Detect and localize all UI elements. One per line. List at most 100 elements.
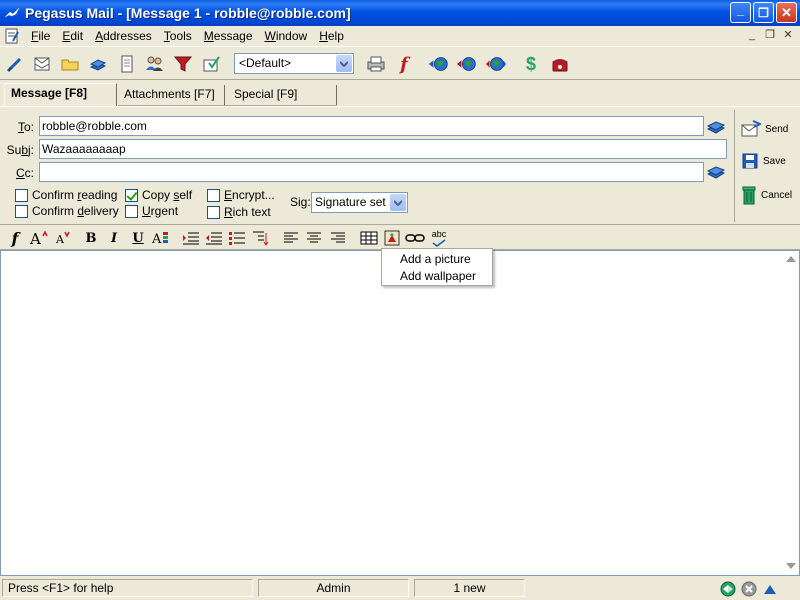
menu-help[interactable]: Help xyxy=(313,29,350,43)
send-icon xyxy=(741,120,761,137)
users-icon[interactable] xyxy=(143,53,165,75)
cancel-button[interactable]: Cancel xyxy=(741,185,792,205)
status-bar: Press <F1> for help Admin 1 new xyxy=(0,578,800,600)
window-title: Pegasus Mail - [Message 1 - robble@robbl… xyxy=(25,5,351,21)
menu-tools[interactable]: Tools xyxy=(158,29,198,43)
text-color-icon[interactable]: A xyxy=(151,229,171,247)
menu-edit[interactable]: Edit xyxy=(56,29,89,43)
close-button[interactable]: ✕ xyxy=(776,2,797,23)
align-right-icon[interactable] xyxy=(330,229,346,247)
signature-label: Sig: xyxy=(290,195,311,209)
link-icon[interactable] xyxy=(405,229,425,247)
child-minimize-button[interactable]: _ xyxy=(744,28,760,42)
globe-prev-icon[interactable] xyxy=(428,53,450,75)
align-center-icon[interactable] xyxy=(306,229,322,247)
indent-icon[interactable] xyxy=(182,229,200,247)
globe-next-icon[interactable] xyxy=(456,53,478,75)
new-message-icon[interactable] xyxy=(4,53,26,75)
confirm-reading-checkbox[interactable]: Confirm reading xyxy=(15,188,117,202)
checklist-icon[interactable] xyxy=(200,53,222,75)
tab-special[interactable]: Special [F9] xyxy=(228,85,337,105)
phone-icon[interactable] xyxy=(549,53,571,75)
print-icon[interactable] xyxy=(365,53,387,75)
line-spacing-icon[interactable] xyxy=(252,229,270,247)
trash-icon xyxy=(742,186,756,205)
encrypt-checkbox[interactable]: Encrypt... xyxy=(207,188,275,202)
triangle-up-icon[interactable] xyxy=(762,581,778,597)
tab-message[interactable]: Message [F8] xyxy=(4,83,117,106)
checkbox-box[interactable] xyxy=(125,188,138,202)
title-bar[interactable]: Pegasus Mail - [Message 1 - robble@robbl… xyxy=(0,0,800,26)
menu-window[interactable]: Window xyxy=(259,29,314,43)
copy-self-checkbox[interactable]: Copy self xyxy=(125,188,192,202)
font-icon[interactable]: f xyxy=(8,229,22,248)
restore-button[interactable]: ❐ xyxy=(753,2,774,23)
chevron-down-icon[interactable] xyxy=(390,194,406,211)
bold-button[interactable]: B xyxy=(84,229,98,247)
svg-text:A: A xyxy=(152,232,162,246)
folder-icon[interactable] xyxy=(59,53,81,75)
minimize-button[interactable]: _ xyxy=(730,2,751,23)
send-button[interactable]: Send xyxy=(741,120,788,138)
vertical-scrollbar[interactable] xyxy=(782,251,799,575)
address-book-icon[interactable] xyxy=(707,164,725,180)
table-icon[interactable] xyxy=(360,229,378,247)
identity-select[interactable]: <Default> xyxy=(234,53,354,74)
menu-item-add-wallpaper[interactable]: Add wallpaper xyxy=(382,268,492,285)
insert-picture-icon[interactable] xyxy=(383,229,401,247)
font-larger-icon[interactable]: A xyxy=(28,229,50,247)
cc-field[interactable] xyxy=(39,162,704,182)
checkbox-box[interactable] xyxy=(15,188,28,202)
scroll-down-arrow-icon[interactable] xyxy=(786,563,796,569)
read-mail-icon[interactable] xyxy=(31,53,53,75)
signature-select-value: Signature set 1 xyxy=(315,195,396,209)
cc-label: Cc: xyxy=(15,166,34,180)
tab-attachments[interactable]: Attachments [F7] xyxy=(118,85,225,105)
chevron-down-icon[interactable] xyxy=(336,55,352,72)
menu-message[interactable]: Message xyxy=(198,29,259,43)
outdent-icon[interactable] xyxy=(205,229,223,247)
confirm-delivery-checkbox[interactable]: Confirm delivery xyxy=(15,204,119,218)
font-smaller-icon[interactable]: A xyxy=(54,229,74,247)
network-status-icon[interactable] xyxy=(720,581,736,597)
identity-select-value: <Default> xyxy=(239,56,292,70)
status-new-count: 1 new xyxy=(414,579,525,597)
address-book-icon[interactable] xyxy=(707,119,725,135)
svg-text:A: A xyxy=(55,233,65,246)
subject-label: Subj: xyxy=(6,143,34,157)
child-restore-button[interactable]: ❐ xyxy=(762,28,778,42)
to-label: To: xyxy=(17,120,34,134)
child-close-button[interactable]: ✕ xyxy=(780,28,796,42)
disconnect-icon[interactable] xyxy=(741,581,757,597)
underline-button[interactable]: U xyxy=(131,229,145,247)
bullet-list-icon[interactable] xyxy=(228,229,246,247)
dollar-icon[interactable]: $ xyxy=(520,53,542,75)
restore-icon: ❐ xyxy=(758,5,769,20)
globe-sync-icon[interactable] xyxy=(485,53,507,75)
font-icon[interactable]: f xyxy=(393,53,415,75)
address-book-icon[interactable] xyxy=(87,53,109,75)
italic-button[interactable]: I xyxy=(107,229,121,247)
checkbox-box[interactable] xyxy=(207,188,220,202)
save-button[interactable]: Save xyxy=(741,152,786,170)
menu-addresses[interactable]: Addresses xyxy=(89,29,158,43)
status-help-text: Press <F1> for help xyxy=(2,579,253,597)
signature-select[interactable]: Signature set 1 xyxy=(311,192,408,213)
urgent-checkbox[interactable]: Urgent xyxy=(125,204,178,218)
main-toolbar: <Default> f $ xyxy=(0,46,800,80)
menu-file[interactable]: File xyxy=(25,29,56,43)
filter-icon[interactable] xyxy=(172,53,194,75)
checkbox-box[interactable] xyxy=(207,205,220,219)
rich-text-checkbox[interactable]: Rich text xyxy=(207,205,271,219)
checkbox-box[interactable] xyxy=(125,204,138,218)
spell-check-icon[interactable]: abc xyxy=(430,229,448,247)
to-field[interactable]: robble@robble.com xyxy=(39,116,704,136)
align-left-icon[interactable] xyxy=(283,229,299,247)
document-icon[interactable] xyxy=(4,28,20,44)
message-body-editor[interactable] xyxy=(0,250,800,576)
subject-field[interactable]: Wazaaaaaaaap xyxy=(39,139,727,159)
checkbox-box[interactable] xyxy=(15,204,28,218)
scroll-up-arrow-icon[interactable] xyxy=(786,256,796,262)
notepad-icon[interactable] xyxy=(116,53,138,75)
menu-item-add-picture[interactable]: Add a picture xyxy=(382,251,492,268)
